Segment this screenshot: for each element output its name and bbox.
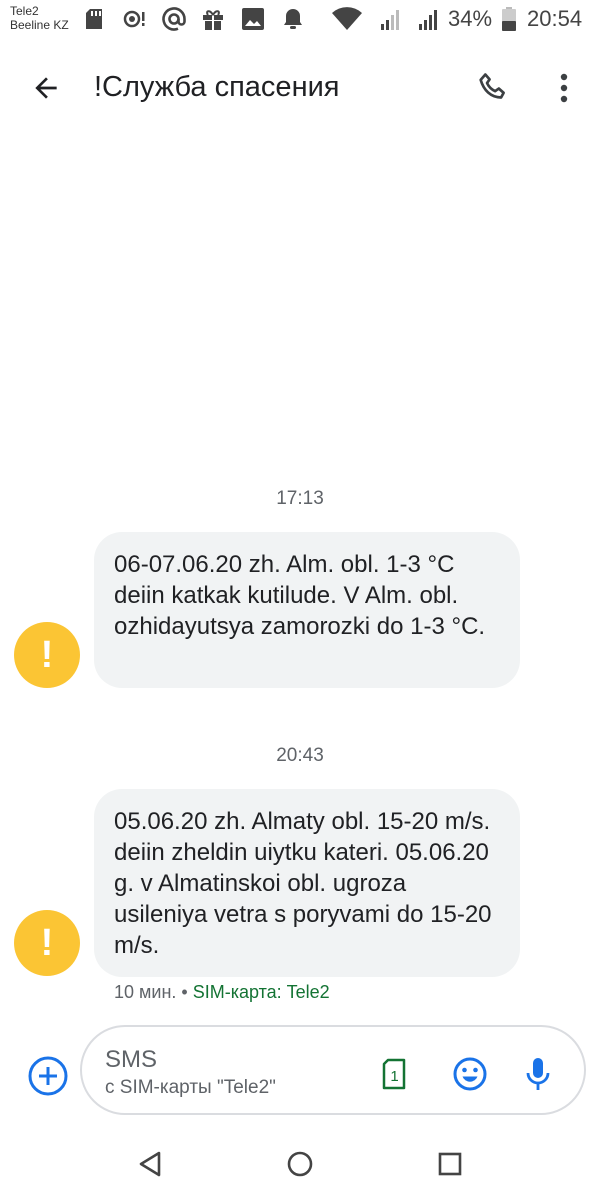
nav-home-button[interactable] [280, 1144, 320, 1184]
triangle-back-icon [139, 1151, 161, 1177]
message-timestamp: 17:13 [276, 488, 324, 509]
carrier-labels: Tele2 Beeline KZ [10, 4, 69, 32]
sim-select-button[interactable]: 1 [376, 1054, 412, 1094]
sender-avatar[interactable]: ! [14, 910, 80, 976]
wifi-icon [330, 6, 364, 32]
voice-input-button[interactable] [518, 1052, 558, 1096]
circle-home-icon [287, 1151, 313, 1177]
nav-back-button[interactable] [130, 1144, 170, 1184]
nav-recents-button[interactable] [430, 1144, 470, 1184]
battery-icon [500, 6, 518, 32]
signal-icon [416, 6, 440, 32]
more-options-button[interactable] [546, 66, 582, 110]
sd-card-icon [84, 6, 104, 32]
sim-hint: с SIM-карты "Tele2" [105, 1077, 276, 1098]
conversation-title: !Служба спасения [94, 71, 340, 103]
gift-icon [200, 6, 226, 32]
emoji-button[interactable] [450, 1054, 490, 1094]
sim-number: 1 [390, 1068, 398, 1085]
mic-icon [526, 1058, 550, 1090]
hotspot-icon [120, 6, 148, 32]
message-input-placeholder: SMS [105, 1046, 158, 1073]
alert-icon: ! [40, 633, 54, 676]
more-vert-icon [560, 73, 568, 103]
sender-avatar[interactable]: ! [14, 622, 80, 688]
carrier-2: Beeline KZ [10, 18, 69, 32]
message-bubble[interactable]: 06-07.06.20 zh. Alm. obl. 1-3 °C deiin k… [94, 532, 520, 688]
message-text: 05.06.20 zh. Almaty obl. 15-20 m/s. deii… [114, 808, 492, 959]
message-bubble[interactable]: 05.06.20 zh. Almaty obl. 15-20 m/s. deii… [94, 789, 520, 977]
signal-weak-icon [378, 6, 402, 32]
at-sign-icon [160, 6, 188, 32]
sim-card-icon: 1 [382, 1058, 406, 1090]
battery-percent: 34% [448, 6, 493, 31]
image-icon [240, 6, 266, 32]
emoji-icon [453, 1057, 487, 1091]
phone-icon [479, 73, 505, 99]
status-clock: 20:54 [527, 6, 583, 31]
call-button[interactable] [470, 66, 516, 110]
message-text: 06-07.06.20 zh. Alm. obl. 1-3 °C deiin k… [114, 551, 486, 640]
bell-icon [280, 6, 306, 32]
message-sim: SIM-карта: Tele2 [192, 982, 330, 1002]
message-status: 10 мин. • SIM-карта: Tele2 [114, 982, 330, 1003]
message-timestamp: 20:43 [276, 745, 324, 766]
alert-icon: ! [40, 921, 54, 964]
square-recents-icon [438, 1152, 462, 1176]
status-bar: Tele2 Beeline KZ 34% 20:54 [0, 0, 600, 40]
attach-button[interactable] [26, 1054, 70, 1098]
back-arrow-icon [35, 77, 57, 99]
carrier-1: Tele2 [10, 4, 39, 18]
message-age: 10 мин. • [114, 982, 188, 1002]
add-circle-icon [28, 1056, 68, 1096]
back-button[interactable] [24, 66, 68, 110]
